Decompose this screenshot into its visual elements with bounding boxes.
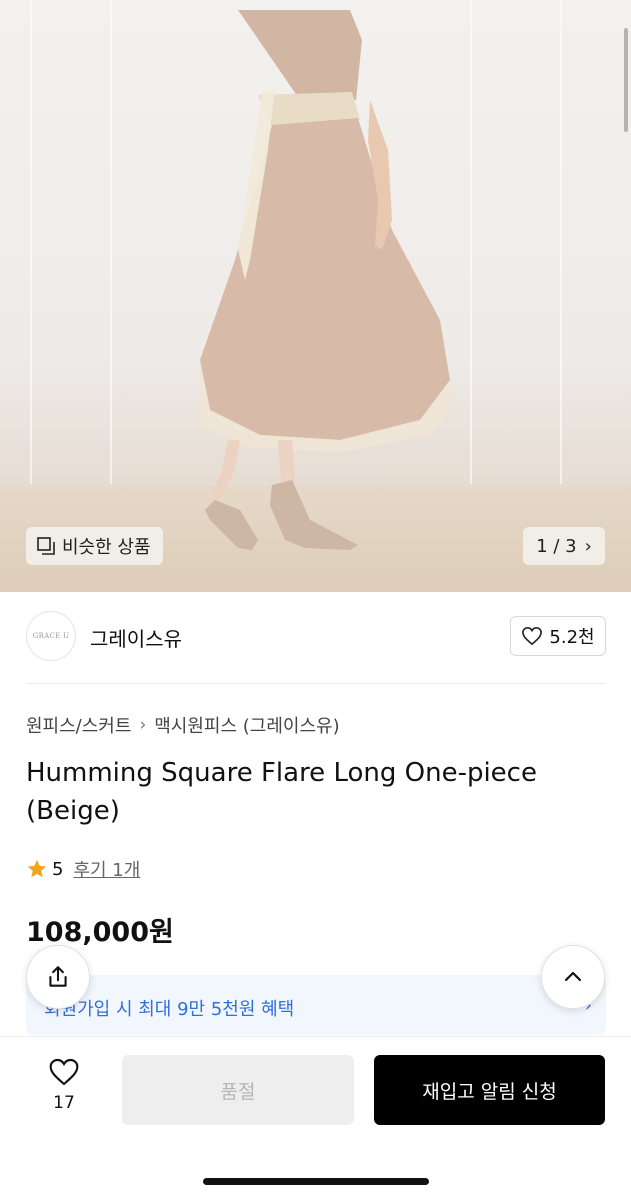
- wishlist-count: 17: [53, 1093, 75, 1113]
- similar-products-button[interactable]: 비슷한 상품: [26, 527, 163, 565]
- rating-row: 5 후기 1개: [26, 856, 140, 882]
- soldout-button[interactable]: 품절: [122, 1055, 354, 1125]
- share-icon: [45, 964, 71, 990]
- product-image-carousel[interactable]: 비슷한 상품 1 / 3 ›: [0, 0, 631, 592]
- product-price: 108,000원: [26, 917, 174, 948]
- brand-logo[interactable]: GRACE U: [26, 611, 76, 661]
- scroll-indicator: [624, 28, 628, 132]
- breadcrumb-subcategory[interactable]: 맥시원피스 (그레이스유): [154, 712, 339, 738]
- restock-alert-button[interactable]: 재입고 알림 신청: [374, 1055, 605, 1125]
- image-counter-button[interactable]: 1 / 3 ›: [523, 527, 605, 565]
- heart-icon: [521, 626, 549, 646]
- chevron-right-icon: ›: [584, 535, 592, 557]
- signup-promo-banner[interactable]: 회원가입 시 최대 9만 5천원 혜택 ›: [26, 975, 606, 1035]
- brand-name[interactable]: 그레이스유: [90, 623, 182, 652]
- promo-text: 회원가입 시 최대 9만 5천원 혜택: [44, 999, 295, 1020]
- breadcrumb: 원피스/스커트 › 맥시원피스 (그레이스유): [26, 712, 340, 738]
- product-photo-dress: [200, 10, 455, 550]
- product-title: Humming Square Flare Long One-piece (Bei…: [26, 758, 537, 826]
- home-indicator: [203, 1178, 429, 1185]
- image-counter-label: 1 / 3: [536, 535, 577, 557]
- chevron-right-icon: ›: [139, 715, 147, 735]
- wishlist-button[interactable]: 17: [36, 1057, 92, 1113]
- breadcrumb-category[interactable]: 원피스/스커트: [26, 712, 131, 738]
- heart-icon: [48, 1057, 80, 1087]
- share-button[interactable]: [26, 945, 90, 1009]
- chevron-up-icon: [561, 965, 585, 989]
- brand-like-button[interactable]: 5.2천: [510, 616, 606, 656]
- brand-like-count: 5.2천: [549, 627, 595, 648]
- scroll-to-top-button[interactable]: [541, 945, 605, 1009]
- reviews-link[interactable]: 후기 1개: [73, 856, 140, 882]
- similar-products-label: 비슷한 상품: [62, 537, 151, 558]
- similar-products-icon: [36, 536, 56, 556]
- star-icon: [26, 858, 48, 880]
- divider: [26, 683, 606, 684]
- rating-score: 5: [52, 858, 64, 880]
- bottom-action-bar: 17 품절 재입고 알림 신청: [0, 1036, 631, 1201]
- brand-row[interactable]: GRACE U 그레이스유 5.2천: [26, 610, 606, 664]
